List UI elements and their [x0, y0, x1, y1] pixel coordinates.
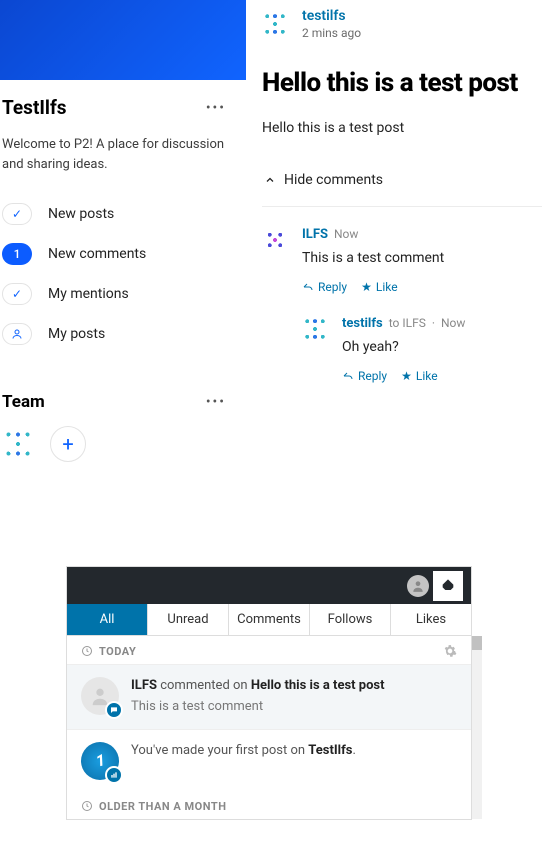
- filter-label: My posts: [48, 326, 105, 342]
- tab-unread[interactable]: Unread: [148, 604, 229, 635]
- comment-to: to ILFS: [389, 316, 426, 330]
- post-main: testilfs 2 mins ago Hello this is a test…: [246, 0, 550, 502]
- hide-comments-toggle[interactable]: Hide comments: [262, 166, 542, 206]
- comment-time: Now: [441, 316, 465, 330]
- person-icon: [2, 323, 32, 345]
- add-team-member-button[interactable]: +: [50, 426, 86, 462]
- date-header-today: TODAY: [67, 636, 471, 664]
- comment-body: Oh yeah?: [342, 339, 542, 355]
- date-header-older: OLDER THAN A MONTH: [67, 792, 471, 819]
- site-title[interactable]: TestIlfs: [2, 96, 67, 119]
- hide-comments-label: Hide comments: [284, 172, 383, 188]
- tab-comments[interactable]: Comments: [229, 604, 310, 635]
- team-heading: Team: [2, 392, 45, 412]
- notif-topbar: [67, 567, 471, 604]
- post-author-name[interactable]: testilfs: [302, 8, 361, 24]
- reply-button[interactable]: Reply: [302, 280, 347, 294]
- star-icon: ★: [401, 369, 412, 383]
- like-button[interactable]: ★ Like: [401, 369, 437, 383]
- scrollbar[interactable]: [472, 636, 482, 819]
- comment-avatar[interactable]: [262, 227, 288, 253]
- filter-label: New posts: [48, 206, 114, 222]
- dot-separator: ·: [432, 316, 435, 330]
- post-timestamp: 2 mins ago: [302, 26, 361, 40]
- post-title: Hello this is a test post: [262, 68, 542, 98]
- divider: [262, 206, 542, 207]
- notif-subtext: This is a test comment: [131, 698, 385, 717]
- filter-new-comments[interactable]: 1 New comments: [0, 234, 246, 274]
- post-meta: testilfs 2 mins ago: [262, 8, 542, 40]
- filter-label: My mentions: [48, 286, 129, 302]
- filter-label: New comments: [48, 246, 146, 262]
- team-more-icon[interactable]: •••: [206, 394, 232, 410]
- reply-icon: [342, 370, 354, 382]
- team-section: Team ••• +: [0, 392, 246, 462]
- comment-reply: testilfs to ILFS · Now Oh yeah? Repl: [302, 316, 542, 405]
- notifications-panel: All Unread Comments Follows Likes TODAY: [66, 566, 472, 820]
- notif-text: You've made your first post on TestIlfs.: [131, 742, 356, 780]
- site-description: Welcome to P2! A place for discussion an…: [0, 127, 246, 190]
- notif-item-comment[interactable]: ILFS commented on Hello this is a test p…: [67, 664, 471, 729]
- check-icon: ✓: [2, 203, 32, 225]
- clock-icon: [81, 645, 93, 657]
- filter-my-posts[interactable]: My posts: [0, 314, 246, 354]
- user-avatar-icon[interactable]: [407, 575, 429, 597]
- team-member-avatar[interactable]: [2, 428, 34, 460]
- tab-likes[interactable]: Likes: [391, 604, 471, 635]
- comment-time: Now: [334, 227, 358, 241]
- comment-author[interactable]: testilfs: [342, 316, 383, 331]
- tab-follows[interactable]: Follows: [310, 604, 391, 635]
- reply-button[interactable]: Reply: [342, 369, 387, 383]
- comment: ILFS Now This is a test comment Reply ★ …: [262, 227, 542, 405]
- scrollbar-thumb[interactable]: [472, 636, 482, 650]
- chevron-up-icon: [264, 174, 276, 186]
- post-body: Hello this is a test post: [262, 120, 542, 136]
- filter-new-posts[interactable]: ✓ New posts: [0, 194, 246, 234]
- notif-item-firstpost[interactable]: 1 You've made your first post on TestIlf…: [67, 729, 471, 792]
- post-author-avatar[interactable]: [262, 11, 288, 37]
- filter-list: ✓ New posts 1 New comments ✓ My mentions…: [0, 190, 246, 358]
- like-button[interactable]: ★ Like: [361, 280, 397, 294]
- notifications-bell-icon[interactable]: [433, 571, 463, 601]
- comment-badge-icon: [105, 701, 123, 719]
- sidebar: TestIlfs ••• Welcome to P2! A place for …: [0, 0, 246, 502]
- reply-icon: [302, 281, 314, 293]
- comment-author[interactable]: ILFS: [302, 227, 328, 242]
- clock-icon: [81, 800, 93, 812]
- filter-my-mentions[interactable]: ✓ My mentions: [0, 274, 246, 314]
- comment-body: This is a test comment: [302, 250, 542, 266]
- tab-all[interactable]: All: [67, 604, 148, 635]
- notif-tabs: All Unread Comments Follows Likes: [67, 604, 471, 636]
- stats-badge-icon: [105, 766, 123, 784]
- sidebar-hero-banner: [0, 0, 246, 80]
- check-icon: ✓: [2, 283, 32, 305]
- sidebar-more-icon[interactable]: •••: [206, 100, 232, 116]
- star-icon: ★: [361, 280, 372, 294]
- count-badge: 1: [2, 243, 32, 265]
- notif-text: ILFS commented on Hello this is a test p…: [131, 677, 385, 696]
- gear-icon[interactable]: [443, 644, 457, 658]
- comment-avatar[interactable]: [302, 316, 328, 342]
